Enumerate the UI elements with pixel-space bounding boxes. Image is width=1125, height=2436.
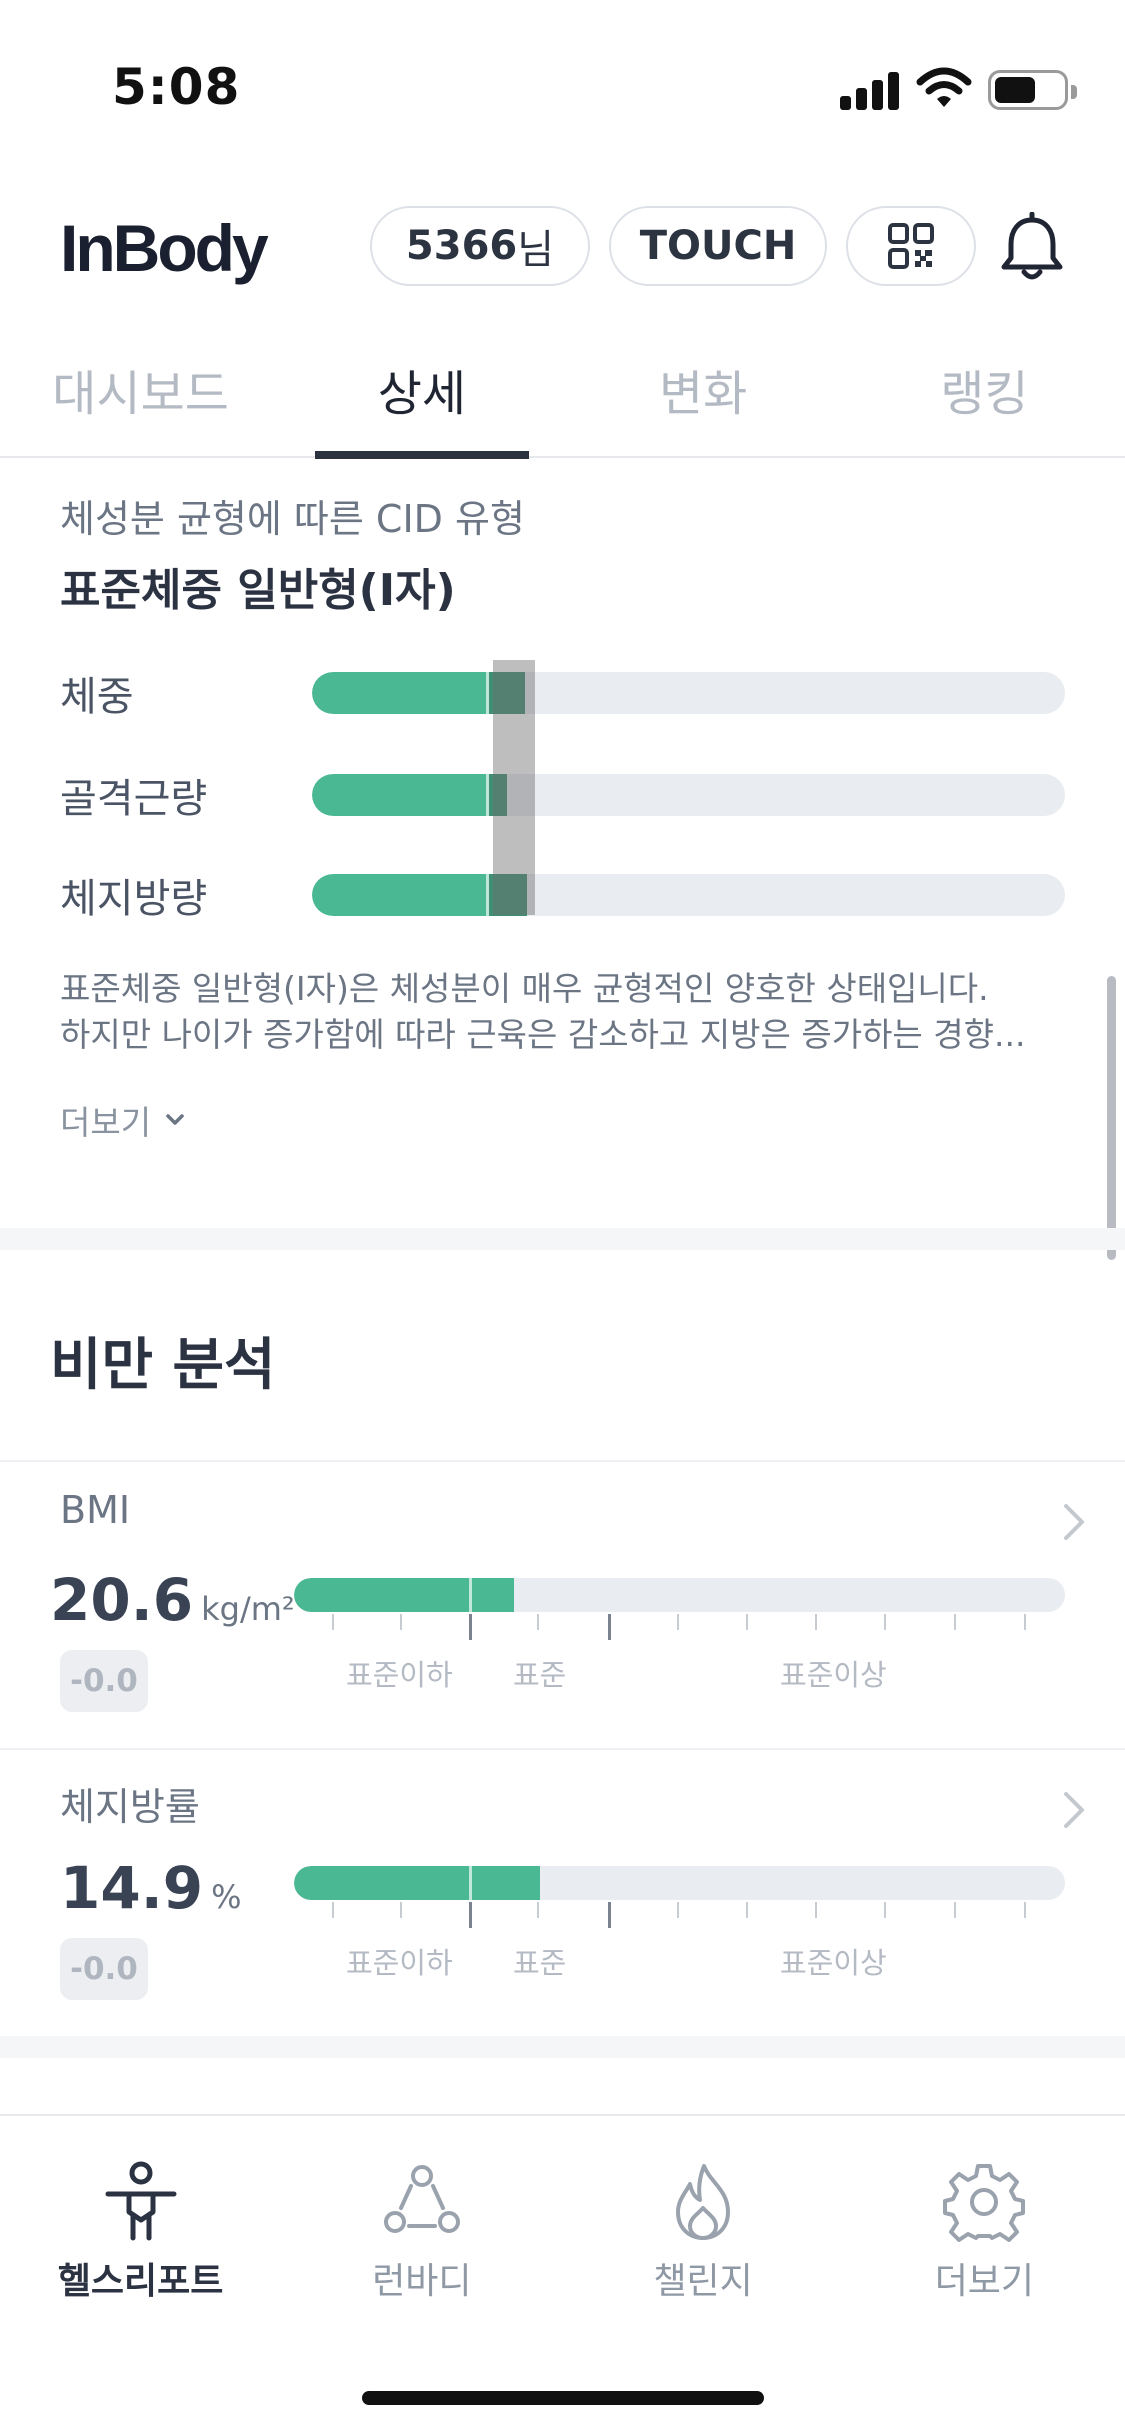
nav-label: 런바디: [372, 2261, 472, 2302]
cid-row-body-fat-mass: 체지방량: [60, 862, 1065, 922]
cid-row-label: 체중: [60, 674, 134, 720]
scrollbar[interactable]: [1107, 976, 1116, 1260]
metric-change-badge: -0.0: [60, 1650, 148, 1712]
nav-label: 챌린지: [653, 2261, 753, 2302]
cid-row-label: 체지방량: [60, 876, 208, 922]
metric-label: 체지방률: [60, 1785, 200, 1829]
metric-card-bmi[interactable]: BMI 20.6 kg/m² -0.0 표준이하 표준 표준이상: [0, 1460, 1125, 1748]
metric-number: 14.9: [60, 1854, 204, 1922]
nav-runbody[interactable]: 런바디: [281, 2116, 562, 2324]
metric-bar-track: [294, 1578, 1065, 1612]
nav-more[interactable]: 더보기: [844, 2116, 1125, 2324]
nav-label: 더보기: [934, 2261, 1035, 2302]
tab-dashboard[interactable]: 대시보드: [0, 340, 281, 456]
section-divider: [0, 1228, 1125, 1250]
battery-icon: [988, 70, 1077, 110]
more-button[interactable]: 더보기: [60, 1096, 185, 1144]
zone-label-below: 표준이하: [346, 1946, 453, 1980]
nav-label: 헬스리포트: [57, 2261, 224, 2302]
cid-bar-fill: [312, 774, 487, 816]
cid-bar-track: [312, 874, 1065, 916]
tab-detail[interactable]: 상세: [281, 340, 562, 459]
app-header: InBody 5366 님 TOUCH: [0, 190, 1125, 300]
more-button-label: 더보기: [60, 1103, 152, 1142]
wifi-icon: [916, 67, 972, 107]
cid-description: 표준체중 일반형(I자)은 체성분이 매우 균형적인 양호한 상태입니다. 하지…: [60, 966, 1070, 1058]
cid-description-line: 표준체중 일반형(I자)은 체성분이 매우 균형적인 양호한 상태입니다.: [60, 969, 989, 1008]
nav-challenge[interactable]: 챌린지: [563, 2116, 844, 2324]
metric-change-badge: -0.0: [60, 1938, 148, 2000]
metric-card-body-fat-percent[interactable]: 체지방률 14.9% -0.0 표준이하 표준 표준이상: [0, 1748, 1125, 2036]
metric-bar-fill: [294, 1866, 540, 1900]
touch-button[interactable]: TOUCH: [609, 206, 827, 286]
person-icon: [105, 2161, 177, 2241]
cid-bar-marker: [486, 672, 489, 714]
cid-bar-track: [312, 672, 1065, 714]
group-icon: [383, 2165, 460, 2233]
metric-bar-track: [294, 1866, 1065, 1900]
cellular-signal-icon: [840, 70, 900, 110]
metric-number: 20.6: [50, 1566, 194, 1634]
notification-bell-icon[interactable]: [998, 212, 1066, 284]
zone-label-standard: 표준: [513, 1658, 567, 1692]
inbody-logo: InBody: [60, 211, 269, 285]
metric-bar-fill: [294, 1578, 514, 1612]
touch-button-label: TOUCH: [639, 223, 797, 269]
status-bar: 5:08: [0, 0, 1125, 160]
cid-row-skeletal-muscle: 골격근량: [60, 762, 1065, 822]
zone-label-above: 표준이상: [780, 1658, 887, 1692]
metric-value: 14.9%: [60, 1854, 242, 1922]
chevron-right-icon: [1064, 1792, 1084, 1828]
standard-range-band: [493, 660, 535, 915]
tab-bar: 대시보드 상세 변화 랭킹: [0, 340, 1125, 459]
metric-bar-marker: [469, 1866, 472, 1900]
metric-unit: %: [211, 1878, 242, 1916]
cid-description-line: 하지만 나이가 증가함에 따라 근육은 감소하고 지방은 증가하는 경향...: [60, 1015, 1026, 1054]
user-id-suffix: 님: [517, 227, 555, 273]
cid-bar-fill: [312, 874, 487, 916]
cid-bar-marker: [486, 874, 489, 916]
tab-change[interactable]: 변화: [563, 340, 844, 456]
cid-bar-marker: [486, 774, 489, 816]
qr-code-icon: [888, 223, 934, 269]
cid-bar-track: [312, 774, 1065, 816]
cid-row-label: 골격근량: [60, 776, 208, 822]
zone-label-above: 표준이상: [780, 1946, 887, 1980]
metric-unit: kg/m²: [201, 1590, 295, 1628]
qr-code-button[interactable]: [846, 206, 976, 286]
status-time: 5:08: [112, 58, 241, 116]
zone-label-standard: 표준: [513, 1946, 567, 1980]
gear-icon: [943, 2164, 1026, 2242]
metric-value: 20.6 kg/m²: [50, 1566, 295, 1634]
cid-row-weight: 체중: [60, 660, 1065, 720]
metric-label: BMI: [60, 1488, 131, 1532]
bottom-navigation: 헬스리포트 런바디 챌린지 더보기: [0, 2114, 1125, 2324]
cid-type-title: 표준체중 일반형(I자): [60, 565, 456, 616]
obesity-analysis-title: 비만 분석: [50, 1333, 276, 1398]
cid-subtitle: 체성분 균형에 따른 CID 유형: [60, 497, 525, 541]
tab-ranking[interactable]: 랭킹: [844, 340, 1125, 456]
user-id-button[interactable]: 5366 님: [370, 206, 590, 286]
metric-scale-ticks: [294, 1614, 1065, 1644]
flame-icon: [676, 2164, 731, 2240]
zone-label-below: 표준이하: [346, 1658, 453, 1692]
chevron-right-icon: [1064, 1504, 1084, 1540]
cid-bar-fill: [312, 672, 487, 714]
section-divider: [0, 2036, 1125, 2058]
metric-bar-marker: [469, 1578, 472, 1612]
metric-scale-ticks: [294, 1902, 1065, 1932]
chevron-down-icon: [166, 1114, 184, 1125]
home-indicator[interactable]: [362, 2391, 764, 2405]
user-id-text: 5366: [405, 223, 518, 269]
nav-health-report[interactable]: 헬스리포트: [0, 2116, 281, 2324]
